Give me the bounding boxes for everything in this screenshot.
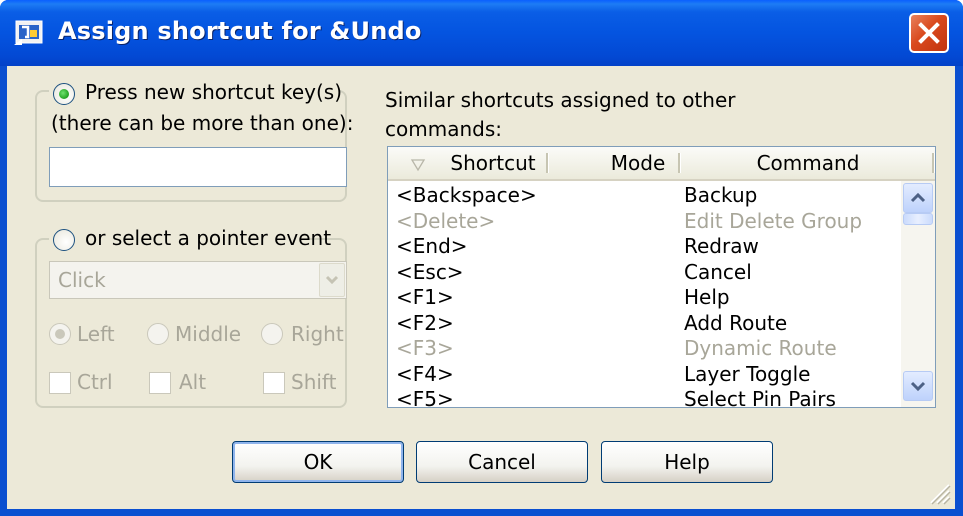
table-row[interactable]: <Backspace> Backup bbox=[396, 183, 906, 209]
header-separator[interactable] bbox=[678, 153, 681, 173]
shift-label: Shift bbox=[291, 370, 337, 394]
column-header-mode[interactable]: Mode bbox=[588, 147, 688, 179]
table-row[interactable]: <F4> Layer Toggle bbox=[396, 362, 906, 388]
right-button-label: Right bbox=[291, 322, 344, 346]
dialog-body: Press new shortcut key(s) (there can be … bbox=[7, 66, 955, 509]
middle-button-radio[interactable] bbox=[147, 323, 169, 345]
ctrl-checkbox[interactable] bbox=[49, 372, 71, 394]
shortcut-cell: <F4> bbox=[396, 361, 454, 386]
scroll-thumb[interactable] bbox=[903, 213, 933, 225]
table-row[interactable]: <Esc> Cancel bbox=[396, 260, 906, 286]
table-row[interactable]: <F5> Select Pin Pairs bbox=[396, 387, 906, 408]
chevron-down-icon bbox=[325, 275, 339, 285]
pointer-event-label[interactable]: or select a pointer event bbox=[85, 226, 331, 250]
pointer-event-select[interactable]: Click bbox=[49, 261, 347, 299]
dropdown-button[interactable] bbox=[319, 263, 345, 297]
alt-checkbox[interactable] bbox=[149, 372, 171, 394]
close-icon bbox=[918, 22, 940, 44]
column-header-command[interactable]: Command bbox=[688, 147, 928, 179]
ctrl-label: Ctrl bbox=[77, 370, 113, 394]
command-cell: Add Route bbox=[684, 310, 788, 335]
shortcut-key-input[interactable] bbox=[49, 147, 347, 187]
chevron-down-icon bbox=[910, 381, 926, 392]
shift-checkbox[interactable] bbox=[263, 372, 285, 394]
shortcut-cell: <F1> bbox=[396, 285, 454, 309]
right-button-radio[interactable] bbox=[261, 323, 283, 345]
dialog-window: Assign shortcut for &Undo Press new shor… bbox=[0, 0, 963, 516]
shortcut-cell: <F5> bbox=[396, 387, 454, 408]
pointer-event-value: Click bbox=[58, 268, 106, 292]
sort-arrow-icon bbox=[410, 159, 426, 172]
similar-shortcuts-list[interactable]: Shortcut Mode Command <Backspace> Backup <… bbox=[387, 146, 936, 408]
ok-button[interactable]: OK bbox=[232, 441, 404, 483]
scroll-down-button[interactable] bbox=[903, 371, 933, 401]
resize-grip-icon[interactable] bbox=[927, 481, 951, 505]
shortcut-cell: <F2> bbox=[396, 310, 454, 335]
command-cell: Backup bbox=[684, 183, 758, 207]
shortcut-cell: <Backspace> bbox=[396, 183, 537, 207]
command-cell: Help bbox=[684, 285, 730, 309]
shortcut-cell: <Delete> bbox=[396, 208, 496, 233]
shortcut-cell: <Esc> bbox=[396, 259, 464, 284]
command-cell: Layer Toggle bbox=[684, 361, 811, 386]
chevron-up-icon bbox=[910, 192, 926, 203]
similar-shortcuts-label-line2: commands: bbox=[385, 117, 502, 141]
press-keys-sublabel: (there can be more than one): bbox=[51, 111, 354, 135]
table-row[interactable]: <End> Redraw bbox=[396, 234, 906, 260]
command-cell: Select Pin Pairs bbox=[684, 387, 836, 408]
similar-shortcuts-label: Similar shortcuts assigned to other bbox=[385, 88, 736, 112]
command-cell: Cancel bbox=[684, 259, 752, 284]
cancel-button[interactable]: Cancel bbox=[416, 441, 588, 483]
header-separator[interactable] bbox=[932, 153, 935, 173]
alt-label: Alt bbox=[179, 370, 207, 394]
left-button-label: Left bbox=[77, 322, 115, 346]
column-header-shortcut[interactable]: Shortcut bbox=[438, 147, 548, 179]
middle-button-label: Middle bbox=[175, 322, 242, 346]
shortcut-cell: <F3> bbox=[396, 336, 454, 360]
table-row[interactable]: <Delete> Edit Delete Group bbox=[396, 209, 906, 235]
shortcut-cell: <End> bbox=[396, 234, 468, 258]
command-cell: Edit Delete Group bbox=[684, 208, 863, 233]
command-cell: Redraw bbox=[684, 234, 759, 258]
pointer-event-radio[interactable] bbox=[53, 229, 75, 251]
scroll-up-button[interactable] bbox=[903, 183, 933, 213]
window-title: Assign shortcut for &Undo bbox=[58, 17, 422, 45]
list-header: Shortcut Mode Command bbox=[388, 147, 935, 181]
close-button[interactable] bbox=[909, 13, 949, 53]
table-row[interactable]: <F1> Help bbox=[396, 285, 906, 311]
vertical-scrollbar[interactable] bbox=[901, 181, 935, 407]
press-keys-label[interactable]: Press new shortcut key(s) bbox=[85, 80, 342, 104]
header-separator[interactable] bbox=[546, 153, 549, 173]
app-icon bbox=[14, 20, 43, 45]
left-button-radio[interactable] bbox=[49, 323, 71, 345]
title-bar[interactable]: Assign shortcut for &Undo bbox=[0, 0, 963, 66]
press-keys-radio[interactable] bbox=[53, 83, 75, 105]
help-button[interactable]: Help bbox=[601, 441, 773, 483]
table-row[interactable]: <F3> Dynamic Route bbox=[396, 336, 906, 362]
table-row[interactable]: <F2> Add Route bbox=[396, 311, 906, 337]
command-cell: Dynamic Route bbox=[684, 336, 837, 360]
